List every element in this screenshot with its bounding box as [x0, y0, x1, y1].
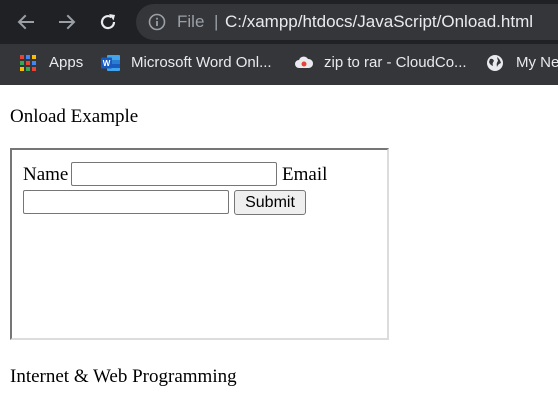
bookmark-apps[interactable]: Apps	[19, 44, 83, 81]
address-bar[interactable]: File | C:/xampp/htdocs/JavaScript/Onload…	[136, 4, 558, 40]
forward-arrow-icon	[59, 14, 76, 30]
name-input[interactable]	[71, 162, 277, 186]
reload-icon	[100, 14, 116, 30]
file-scheme-label: File	[177, 12, 205, 31]
bookmark-label: Apps	[49, 54, 84, 71]
omnibox-separator: |	[214, 12, 219, 31]
name-label: Name	[23, 164, 69, 185]
svg-text:W: W	[103, 59, 111, 68]
footer-text: Internet & Web Programming	[10, 366, 237, 387]
bookmark-label: zip to rar - CloudCo...	[324, 54, 467, 71]
url-text[interactable]: C:/xampp/htdocs/JavaScript/Onload.html	[225, 12, 533, 32]
info-icon[interactable]	[148, 13, 166, 31]
back-button[interactable]	[13, 9, 39, 35]
email-label: Email	[282, 164, 328, 185]
bookmark-zip-to-rar[interactable]: zip to rar - CloudCo...	[294, 44, 467, 81]
back-arrow-icon	[17, 14, 34, 30]
word-icon: W	[101, 54, 120, 72]
globe-icon	[486, 54, 504, 72]
bookmarks-bar: Apps W Microsoft Word Onl... zip to rar …	[0, 44, 558, 85]
bookmark-label: My Ne	[516, 54, 558, 71]
onload-form: Name Email Submit	[10, 148, 389, 340]
reload-button[interactable]	[95, 9, 121, 35]
apps-grid-icon	[19, 54, 37, 72]
cloud-icon	[294, 54, 314, 72]
page-heading: Onload Example	[10, 106, 139, 127]
forward-button[interactable]	[54, 9, 80, 35]
bookmark-my-ne[interactable]: My Ne	[486, 44, 558, 81]
browser-toolbar: File | C:/xampp/htdocs/JavaScript/Onload…	[0, 0, 558, 44]
bookmark-label: Microsoft Word Onl...	[131, 54, 272, 71]
email-input[interactable]	[23, 190, 229, 214]
submit-button[interactable]: Submit	[234, 190, 306, 215]
bookmark-microsoft-word[interactable]: W Microsoft Word Onl...	[101, 44, 272, 81]
